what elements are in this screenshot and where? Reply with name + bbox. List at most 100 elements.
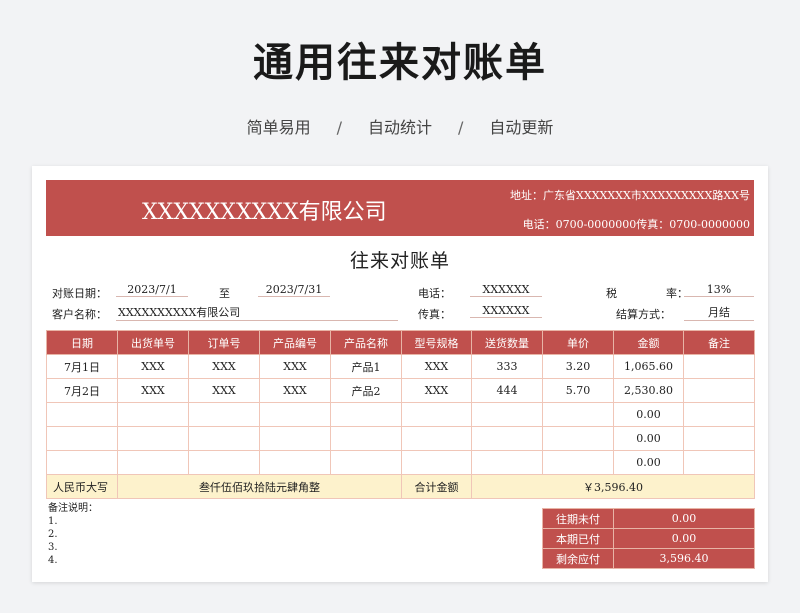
cell-product-name[interactable] [330,450,402,475]
date-label: 对账日期： [52,287,107,300]
feature-tagline: 简单易用 / 自动统计 / 自动更新 [0,114,800,138]
summary-value[interactable]: 3,596.40 [613,548,755,569]
cell-date[interactable]: 7月2日 [46,378,118,403]
settlement-label: 结算方式： [616,308,671,321]
remarks-item[interactable]: 1. [48,515,98,528]
cell-unit-price[interactable] [542,450,614,475]
cell-shipment-no[interactable] [117,402,189,427]
rmb-label: 人民币大写 [46,474,118,499]
feature-auto-update: 自动更新 [489,118,554,137]
cell-unit-price[interactable] [542,426,614,451]
cell-amount[interactable]: 0.00 [613,426,684,451]
col-product-code: 产品编号 [259,330,331,355]
cell-order-no[interactable]: XXX [188,354,260,379]
col-amount: 金额 [613,330,684,355]
cell-amount[interactable]: 1,065.60 [613,354,684,379]
cell-product-code[interactable] [259,450,331,475]
cell-shipment-no[interactable]: XXX [117,354,189,379]
cell-shipment-no[interactable] [117,450,189,475]
summary-value[interactable]: 0.00 [613,528,755,549]
table-row: 7月1日 XXX XXX XXX 产品1 XXX 333 3.20 1,065.60 [46,354,755,379]
cell-order-no[interactable]: XXX [188,378,260,403]
customer-field[interactable]: XXXXXXXXXX有限公司 [116,304,398,321]
cell-shipment-no[interactable] [117,426,189,451]
cell-quantity[interactable]: 444 [471,378,543,403]
summary-row-current-paid: 本期已付 0.00 [542,528,755,549]
cell-quantity[interactable] [471,402,543,427]
date-from-field[interactable]: 2023/7/1 [116,283,188,297]
table-header-row: 日期 出货单号 订单号 产品编号 产品名称 型号规格 送货数量 单价 金额 备注 [46,330,755,355]
cell-shipment-no[interactable]: XXX [117,378,189,403]
cell-unit-price[interactable] [542,402,614,427]
cell-product-name[interactable]: 产品1 [330,354,402,379]
separator: / [458,118,464,137]
customer-label: 客户名称： [52,308,107,321]
feature-auto-stats: 自动统计 [367,118,432,137]
cell-amount[interactable]: 0.00 [613,402,684,427]
cell-product-name[interactable] [330,402,402,427]
cell-date[interactable]: 7月1日 [46,354,118,379]
total-amount[interactable]: ￥3,596.40 [471,474,755,499]
cell-amount[interactable]: 2,530.80 [613,378,684,403]
remarks-item[interactable]: 4. [48,554,98,567]
cell-quantity[interactable] [471,426,543,451]
remarks-title: 备注说明： [48,503,98,514]
col-unit-price: 单价 [542,330,614,355]
cell-remarks[interactable] [683,450,755,475]
cell-model-spec[interactable] [401,426,472,451]
cell-model-spec[interactable] [401,402,472,427]
phone-label: 电话： [418,287,451,300]
table-row: 0.00 [46,450,755,475]
tax-label-1: 税 [606,287,617,300]
summary-row-prior-unpaid: 往期未付 0.00 [542,508,755,529]
total-row: 人民币大写 叁仟伍佰玖拾陆元肆角整 合计金额 ￥3,596.40 [46,474,755,499]
cell-amount[interactable]: 0.00 [613,450,684,475]
cell-product-name[interactable]: 产品2 [330,378,402,403]
remarks-item[interactable]: 3. [48,541,98,554]
company-phones: 电话：0700-0000000传真：0700-0000000 [522,218,750,231]
cell-date[interactable] [46,450,118,475]
company-banner: XXXXXXXXXX有限公司 地址：广东省XXXXXXX市XXXXXXXXX路X… [46,180,754,236]
col-quantity: 送货数量 [471,330,543,355]
cell-product-code[interactable]: XXX [259,378,331,403]
cell-product-code[interactable] [259,426,331,451]
cell-remarks[interactable] [683,426,755,451]
company-address: 地址：广东省XXXXXXX市XXXXXXXXX路XX号 [510,189,750,202]
remarks-item[interactable]: 2. [48,528,98,541]
cell-remarks[interactable] [683,378,755,403]
cell-remarks[interactable] [683,354,755,379]
date-to-field[interactable]: 2023/7/31 [258,283,330,297]
cell-product-code[interactable]: XXX [259,354,331,379]
summary-value[interactable]: 0.00 [613,508,755,529]
cell-model-spec[interactable] [401,450,472,475]
cell-unit-price[interactable]: 3.20 [542,354,614,379]
summary-row-remaining-due: 剩余应付 3,596.40 [542,548,755,569]
table-row: 7月2日 XXX XXX XXX 产品2 XXX 444 5.70 2,530.80 [46,378,755,403]
phone-field[interactable]: XXXXXX [470,283,542,297]
cell-order-no[interactable] [188,450,260,475]
tax-rate-field[interactable]: 13% [684,283,754,297]
cell-remarks[interactable] [683,402,755,427]
cell-product-code[interactable] [259,402,331,427]
cell-model-spec[interactable]: XXX [401,378,472,403]
col-remarks: 备注 [683,330,755,355]
summary-label: 剩余应付 [542,548,614,569]
cell-unit-price[interactable]: 5.70 [542,378,614,403]
col-model-spec: 型号规格 [401,330,472,355]
fax-field[interactable]: XXXXXX [470,304,542,318]
cell-model-spec[interactable]: XXX [401,354,472,379]
cell-date[interactable] [46,402,118,427]
table-row: 0.00 [46,426,755,451]
cell-product-name[interactable] [330,426,402,451]
total-label: 合计金额 [401,474,472,499]
feature-easy: 简单易用 [246,118,311,137]
rmb-amount-words[interactable]: 叁仟伍佰玖拾陆元肆角整 [117,474,402,499]
cell-quantity[interactable] [471,450,543,475]
cell-order-no[interactable] [188,426,260,451]
cell-order-no[interactable] [188,402,260,427]
to-label: 至 [219,287,230,300]
cell-date[interactable] [46,426,118,451]
settlement-field[interactable]: 月结 [684,304,754,321]
cell-quantity[interactable]: 333 [471,354,543,379]
separator: / [336,118,342,137]
